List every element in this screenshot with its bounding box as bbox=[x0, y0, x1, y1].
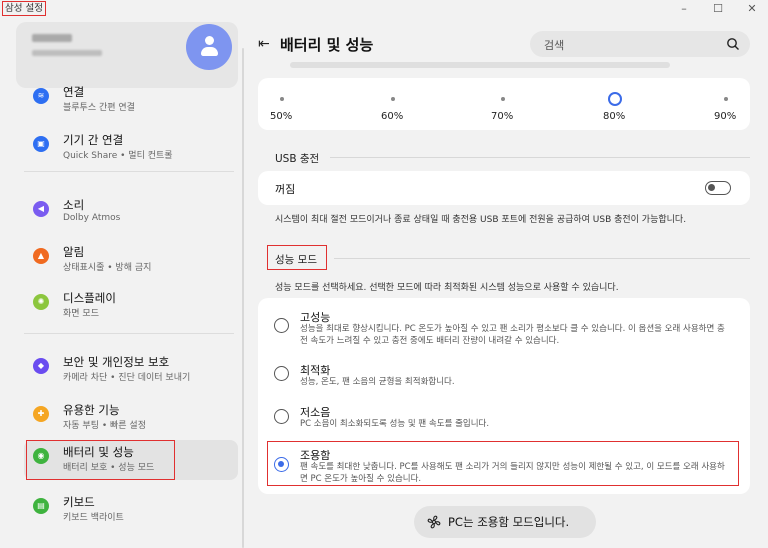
title-bar: 삼성 설정 – ☐ ✕ bbox=[0, 0, 768, 18]
account-email-blurred bbox=[32, 50, 102, 56]
sidebar-item[interactable]: ✚ 유용한 기능자동 부팅 • 빠른 설정 bbox=[24, 398, 238, 438]
radio-button[interactable] bbox=[274, 318, 289, 333]
sidebar-item-subtitle: 블루투스 간편 연결 bbox=[63, 103, 135, 113]
search-icon[interactable] bbox=[726, 37, 740, 51]
performance-option-description: PC 소음이 최소화되도록 성능 및 팬 속도를 줄입니다. bbox=[300, 419, 490, 429]
back-icon[interactable]: ⇤ bbox=[258, 36, 270, 52]
sidebar-item-label: 소리 bbox=[63, 198, 85, 212]
sidebar-item[interactable]: ✺ 디스플레이화면 모드 bbox=[24, 286, 238, 326]
sidebar-item-label: 디스플레이 bbox=[63, 291, 116, 305]
slider-stop[interactable] bbox=[280, 97, 284, 101]
display-icon: ✺ bbox=[33, 294, 49, 310]
wifi-icon: ≋ bbox=[33, 88, 49, 104]
usb-section-title: USB 충전 bbox=[275, 153, 320, 165]
performance-option-description: 성능, 온도, 팬 소음의 균형을 최적화합니다. bbox=[300, 377, 455, 387]
close-button[interactable]: ✕ bbox=[744, 2, 760, 16]
keyboard-icon: ▤ bbox=[33, 498, 49, 514]
usb-charge-card bbox=[258, 171, 750, 205]
sidebar-item-label: 보안 및 개인정보 보호 bbox=[63, 355, 170, 369]
section-divider bbox=[330, 157, 750, 158]
sidebar-item-subtitle: 키보드 백라이트 bbox=[63, 513, 124, 523]
charge-limit-card bbox=[258, 78, 750, 130]
fan-icon bbox=[427, 515, 441, 529]
slider-thumb[interactable] bbox=[608, 92, 622, 106]
sidebar-item-subtitle: Dolby Atmos bbox=[63, 213, 121, 223]
performance-description: 성능 모드를 선택하세요. 선택한 모드에 따라 최적화된 시스템 성능으로 사… bbox=[275, 283, 619, 293]
performance-option-description: 성능을 최대로 향상시킵니다. PC 온도가 높아질 수 있고 팬 소리가 평소… bbox=[300, 324, 725, 346]
avatar[interactable] bbox=[186, 24, 232, 70]
sidebar-item-subtitle: 상태표시줄 • 방해 금지 bbox=[63, 263, 152, 273]
app-title: 삼성 설정 bbox=[2, 1, 46, 16]
maximize-button[interactable]: ☐ bbox=[710, 2, 726, 16]
sidebar-item-label: 연결 bbox=[63, 85, 85, 99]
search-input[interactable]: 검색 bbox=[530, 31, 750, 57]
sidebar-item-label: 키보드 bbox=[63, 495, 95, 509]
sidebar-item[interactable]: ▲ 알림상태표시줄 • 방해 금지 bbox=[24, 240, 238, 280]
slider-tick-label: 90% bbox=[714, 111, 737, 122]
sidebar-divider bbox=[24, 333, 234, 334]
sidebar-item-subtitle: 자동 부팅 • 빠른 설정 bbox=[63, 421, 146, 431]
highlight-box-battery bbox=[26, 440, 175, 480]
account-card[interactable] bbox=[16, 22, 238, 88]
account-name-blurred bbox=[32, 34, 72, 42]
slider-tick-label: 70% bbox=[491, 111, 514, 122]
slider-tick-label: 50% bbox=[270, 111, 293, 122]
page-title: 배터리 및 성능 bbox=[280, 36, 374, 54]
sidebar-item[interactable]: ▤ 키보드키보드 백라이트 bbox=[24, 490, 238, 530]
highlight-box-quiet-mode bbox=[267, 441, 739, 486]
slider-tick-label: 80% bbox=[603, 111, 626, 122]
security-icon: ◆ bbox=[33, 358, 49, 374]
slider-stop[interactable] bbox=[501, 97, 505, 101]
sidebar-item-label: 알림 bbox=[63, 245, 85, 259]
section-divider bbox=[334, 258, 750, 259]
sidebar-item-subtitle: 화면 모드 bbox=[63, 309, 99, 319]
sidebar-item-label: 기기 간 연결 bbox=[63, 133, 124, 147]
usb-charge-toggle[interactable] bbox=[705, 181, 731, 195]
sidebar-item[interactable]: ≋ 연결블루투스 간편 연결 bbox=[24, 80, 238, 120]
sidebar-item-subtitle: Quick Share • 멀티 컨트롤 bbox=[63, 151, 173, 161]
scrolled-text-fragment bbox=[290, 62, 670, 68]
sidebar-item-subtitle: 카메라 차단 • 진단 데이터 보내기 bbox=[63, 373, 191, 383]
sidebar-item[interactable]: ◆ 보안 및 개인정보 보호카메라 차단 • 진단 데이터 보내기 bbox=[24, 350, 238, 390]
usb-charge-state: 꺼짐 bbox=[275, 183, 296, 196]
slider-stop[interactable] bbox=[724, 97, 728, 101]
minimize-button[interactable]: – bbox=[676, 2, 692, 16]
search-placeholder: 검색 bbox=[544, 39, 565, 52]
usb-charge-description: 시스템이 최대 절전 모드이거나 종료 상태일 때 충전용 USB 포트에 전원… bbox=[275, 215, 687, 225]
useful-features-icon: ✚ bbox=[33, 406, 49, 422]
slider-stop[interactable] bbox=[391, 97, 395, 101]
sound-icon: ◀ bbox=[33, 201, 49, 217]
sidebar-item[interactable]: ◀ 소리 Dolby Atmos bbox=[24, 193, 238, 233]
sidebar-divider bbox=[24, 171, 234, 172]
sidebar-item[interactable]: ▣ 기기 간 연결 Quick Share • 멀티 컨트롤 bbox=[24, 128, 238, 168]
devices-icon: ▣ bbox=[33, 136, 49, 152]
slider-tick-label: 60% bbox=[381, 111, 404, 122]
status-toast: PC는 조용함 모드입니다. bbox=[414, 506, 596, 538]
highlight-box-performance bbox=[267, 245, 327, 270]
radio-button[interactable] bbox=[274, 366, 289, 381]
sidebar-scrollbar[interactable] bbox=[242, 48, 244, 548]
sidebar-item-label: 유용한 기능 bbox=[63, 403, 120, 417]
notification-icon: ▲ bbox=[33, 248, 49, 264]
toast-text: PC는 조용함 모드입니다. bbox=[448, 515, 570, 529]
radio-button[interactable] bbox=[274, 409, 289, 424]
